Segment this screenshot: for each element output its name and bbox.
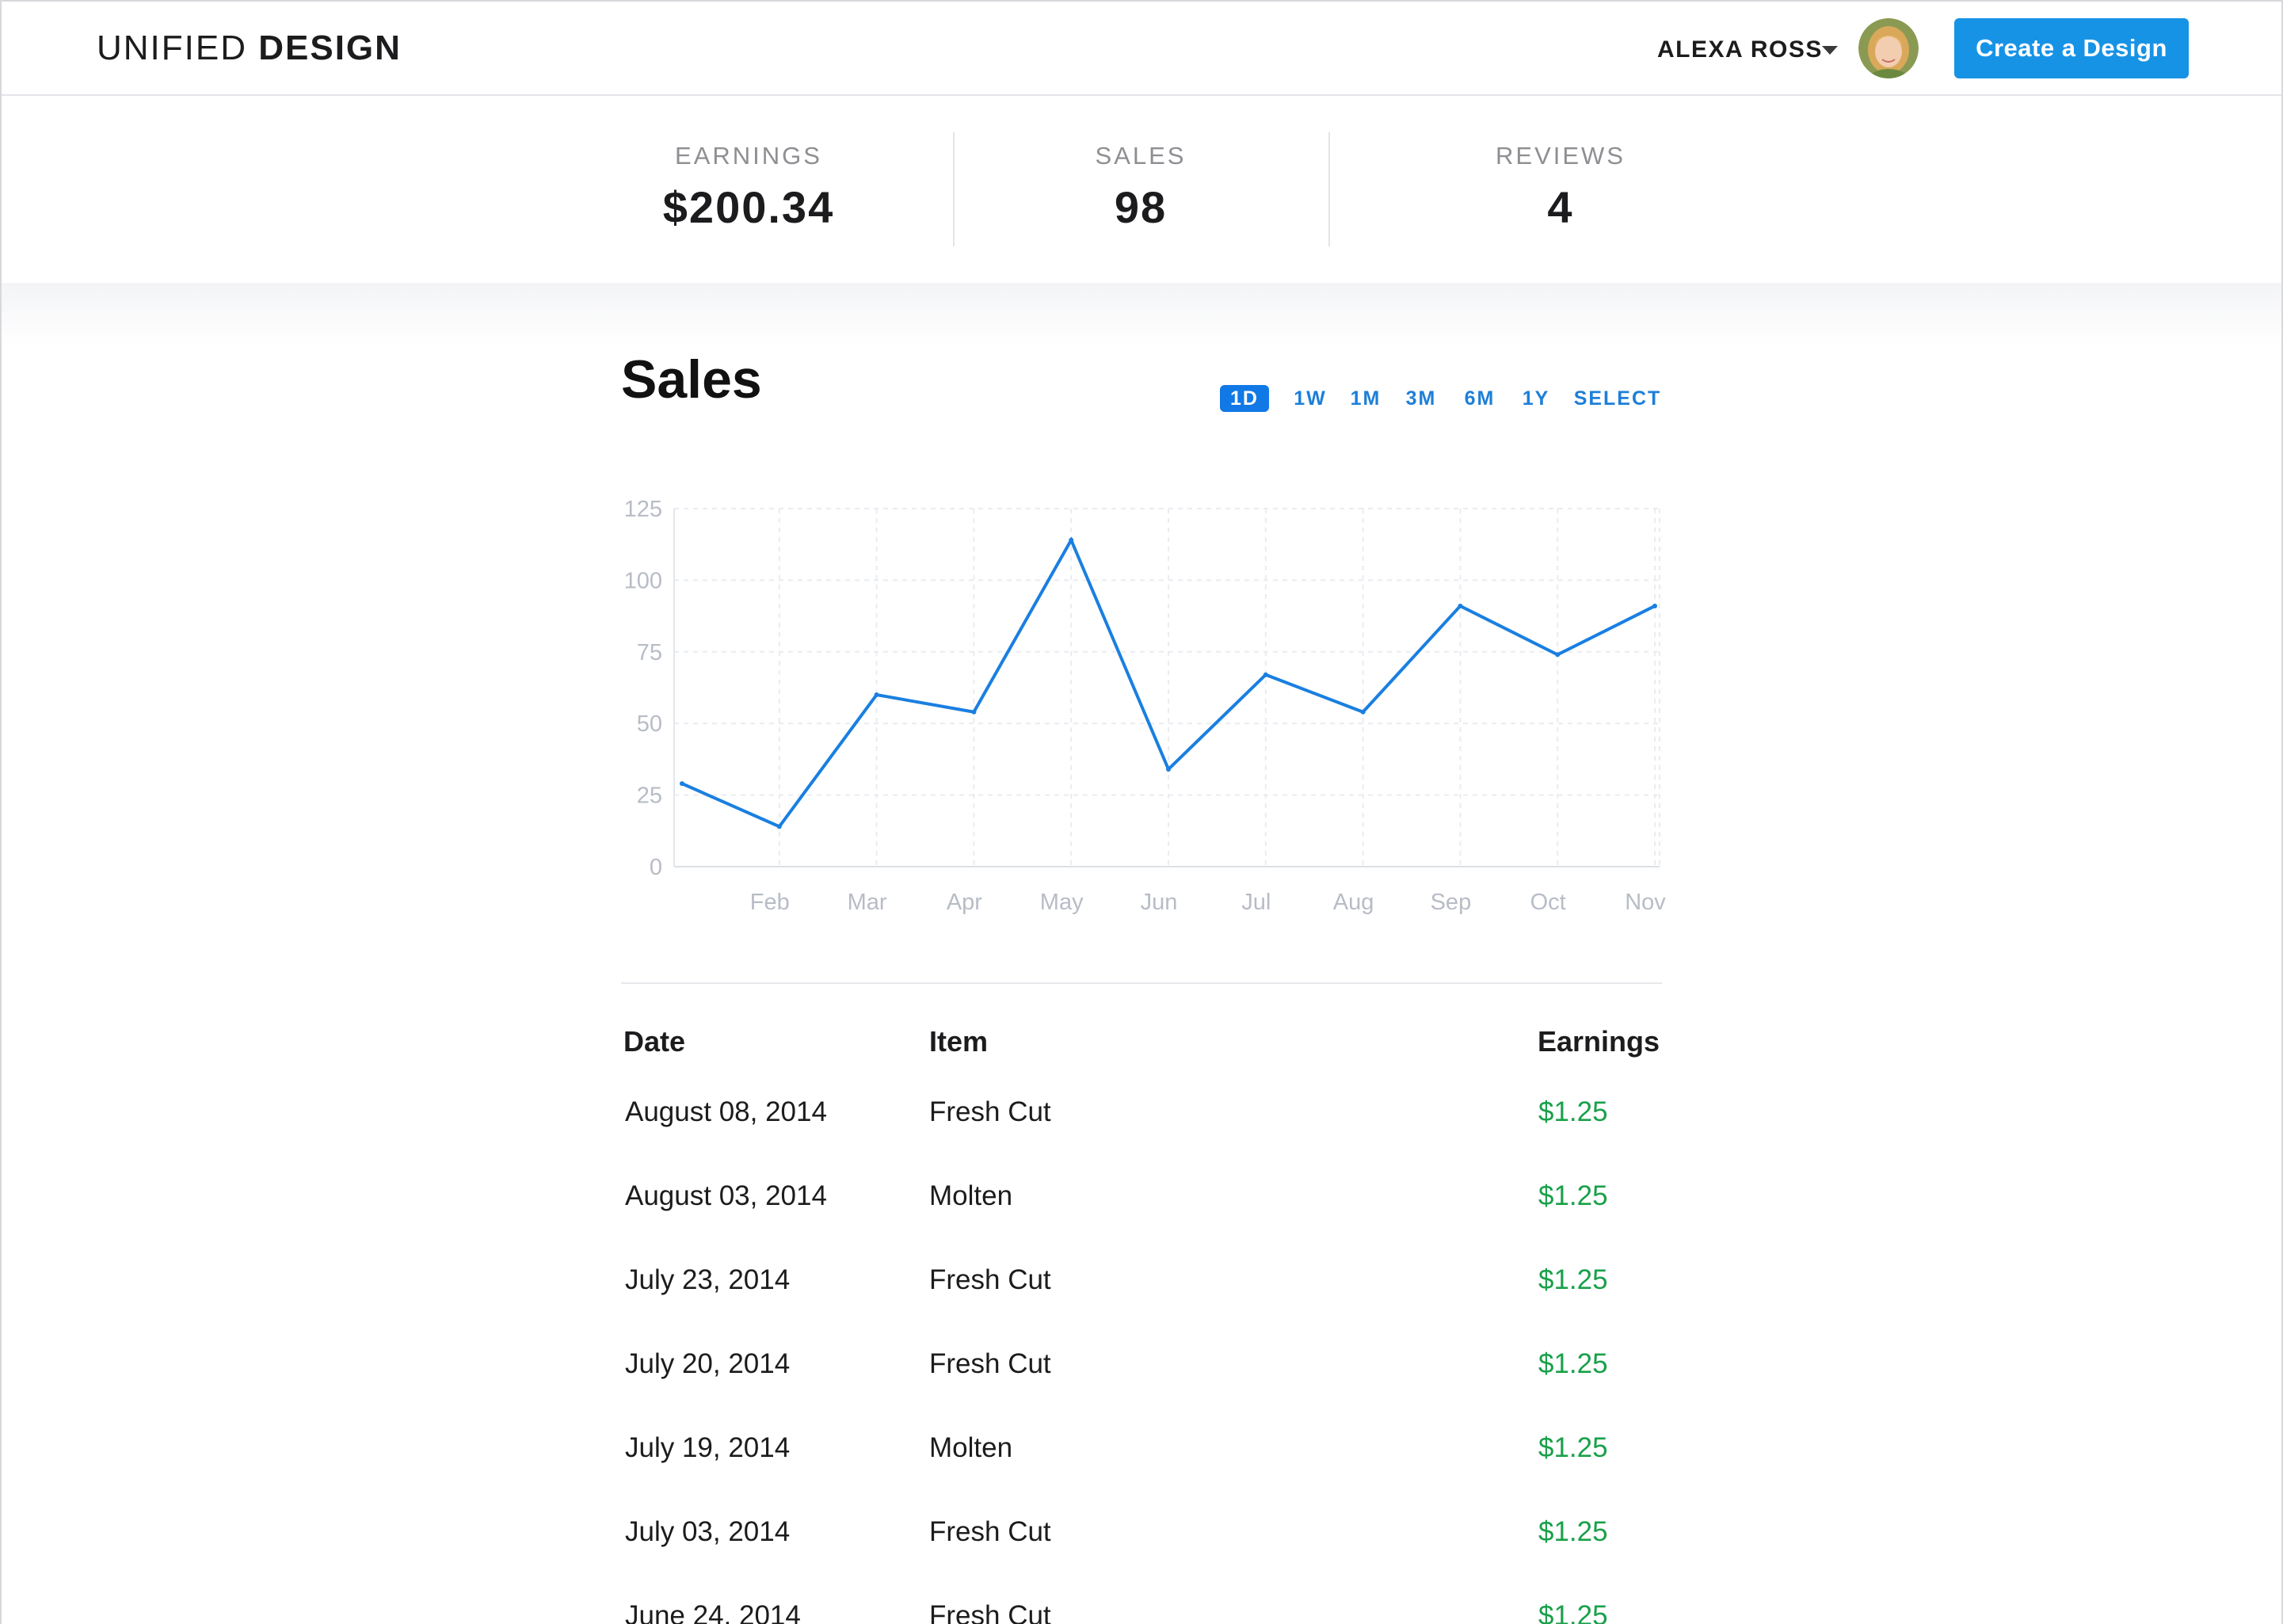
x-tick-label: May xyxy=(1040,890,1084,915)
range-6m[interactable]: 6M xyxy=(1459,385,1500,412)
data-point[interactable] xyxy=(680,781,684,787)
section-divider xyxy=(621,982,1662,984)
x-tick-label: Mar xyxy=(848,890,887,915)
cell-earnings: $1.25 xyxy=(1538,1180,1608,1211)
data-point[interactable] xyxy=(874,692,879,698)
y-tick-label: 100 xyxy=(624,568,662,593)
cell-item: Molten xyxy=(929,1180,1013,1211)
cell-date: July 20, 2014 xyxy=(625,1348,791,1379)
stat-label: SALES xyxy=(1095,142,1187,170)
table-row[interactable]: July 03, 2014 Fresh Cut $1.25 xyxy=(0,1516,2283,1600)
stat-value: 98 xyxy=(1114,182,1168,232)
y-tick-label: 25 xyxy=(637,783,662,809)
cell-date: August 03, 2014 xyxy=(625,1180,827,1211)
cell-date: July 19, 2014 xyxy=(625,1432,791,1463)
caret-down-icon[interactable] xyxy=(1822,46,1838,55)
data-point[interactable] xyxy=(1652,603,1657,608)
x-tick-label: Apr xyxy=(947,890,982,915)
cell-item: Fresh Cut xyxy=(929,1264,1051,1295)
stat-reviews: REVIEWS 4 xyxy=(1442,142,1679,233)
app-logo[interactable]: UNIFIED DESIGN xyxy=(97,29,402,68)
table-row[interactable]: July 19, 2014 Molten $1.25 xyxy=(0,1432,2283,1516)
x-tick-label: Feb xyxy=(750,890,790,915)
cell-earnings: $1.25 xyxy=(1538,1432,1608,1463)
sales-chart: 0 25 50 75 100 125 Feb Mar Apr May Jun Jul Aug Sep Oct… xyxy=(624,497,1667,915)
range-select[interactable]: SELECT xyxy=(1573,385,1662,412)
y-tick-label: 50 xyxy=(637,711,662,737)
cell-date: August 08, 2014 xyxy=(625,1096,827,1127)
range-1w[interactable]: 1W xyxy=(1290,385,1331,412)
x-tick-label: Jul xyxy=(1241,890,1271,915)
x-tick-label: Aug xyxy=(1333,890,1374,915)
y-tick-label: 0 xyxy=(650,855,662,880)
range-3m[interactable]: 3M xyxy=(1401,385,1442,412)
range-1m[interactable]: 1M xyxy=(1345,385,1386,412)
data-point[interactable] xyxy=(971,709,977,715)
table-row[interactable]: July 20, 2014 Fresh Cut $1.25 xyxy=(0,1348,2283,1432)
x-tick-label: Jun xyxy=(1141,890,1178,915)
cell-earnings: $1.25 xyxy=(1538,1096,1608,1127)
table-row[interactable]: August 03, 2014 Molten $1.25 xyxy=(0,1180,2283,1264)
cell-item: Fresh Cut xyxy=(929,1516,1051,1547)
stats-bar: EARNINGS $200.34 SALES 98 REVIEWS 4 xyxy=(0,96,2283,283)
top-bar: UNIFIED DESIGN ALEXA ROSS Create a Desig… xyxy=(0,0,2283,96)
data-point[interactable] xyxy=(1166,767,1171,772)
cell-item: Fresh Cut xyxy=(929,1600,1051,1624)
stat-divider xyxy=(953,132,955,246)
logo-word-light: UNIFIED xyxy=(97,29,247,67)
cell-date: June 24, 2014 xyxy=(625,1600,801,1624)
range-1d[interactable]: 1D xyxy=(1220,385,1269,412)
data-point[interactable] xyxy=(1458,603,1463,608)
x-tick-label: Oct xyxy=(1530,890,1566,915)
column-header-date[interactable]: Date xyxy=(623,1025,685,1058)
table-row[interactable]: July 23, 2014 Fresh Cut $1.25 xyxy=(0,1264,2283,1348)
stat-divider xyxy=(1328,132,1330,246)
data-point[interactable] xyxy=(1360,709,1366,715)
stat-earnings: EARNINGS $200.34 xyxy=(634,142,863,233)
stat-label: REVIEWS xyxy=(1496,142,1626,170)
stat-sales: SALES 98 xyxy=(1022,142,1260,233)
data-point[interactable] xyxy=(1263,672,1268,677)
range-1y[interactable]: 1Y xyxy=(1518,385,1554,412)
cell-item: Fresh Cut xyxy=(929,1348,1051,1379)
create-design-button[interactable]: Create a Design xyxy=(1954,18,2189,78)
y-tick-label: 125 xyxy=(624,497,662,522)
stat-label: EARNINGS xyxy=(675,142,822,170)
table-row[interactable]: June 24, 2014 Fresh Cut $1.25 xyxy=(0,1600,2283,1624)
section-title: Sales xyxy=(621,349,762,410)
stats-shadow xyxy=(0,283,2283,346)
logo-word-bold: DESIGN xyxy=(258,29,402,67)
avatar[interactable] xyxy=(1858,18,1919,78)
data-point[interactable] xyxy=(776,824,782,829)
cell-item: Molten xyxy=(929,1432,1013,1463)
column-header-item[interactable]: Item xyxy=(929,1025,988,1058)
data-point[interactable] xyxy=(1069,537,1074,543)
stat-value: $200.34 xyxy=(662,182,835,232)
data-point[interactable] xyxy=(1555,652,1561,658)
column-header-earnings[interactable]: Earnings xyxy=(1538,1025,1660,1058)
user-menu-name[interactable]: ALEXA ROSS xyxy=(1657,36,1823,63)
cell-date: July 23, 2014 xyxy=(625,1264,791,1295)
y-tick-label: 75 xyxy=(637,640,662,665)
cell-earnings: $1.25 xyxy=(1538,1264,1608,1295)
cell-earnings: $1.25 xyxy=(1538,1348,1608,1379)
cell-earnings: $1.25 xyxy=(1538,1600,1608,1624)
cell-earnings: $1.25 xyxy=(1538,1516,1608,1547)
table-row[interactable]: August 08, 2014 Fresh Cut $1.25 xyxy=(0,1096,2283,1180)
cell-item: Fresh Cut xyxy=(929,1096,1051,1127)
x-tick-label: Sep xyxy=(1431,890,1472,915)
avatar-image xyxy=(1858,18,1919,78)
x-tick-label: Nov xyxy=(1625,890,1666,915)
stat-value: 4 xyxy=(1547,182,1574,232)
cell-date: July 03, 2014 xyxy=(625,1516,791,1547)
